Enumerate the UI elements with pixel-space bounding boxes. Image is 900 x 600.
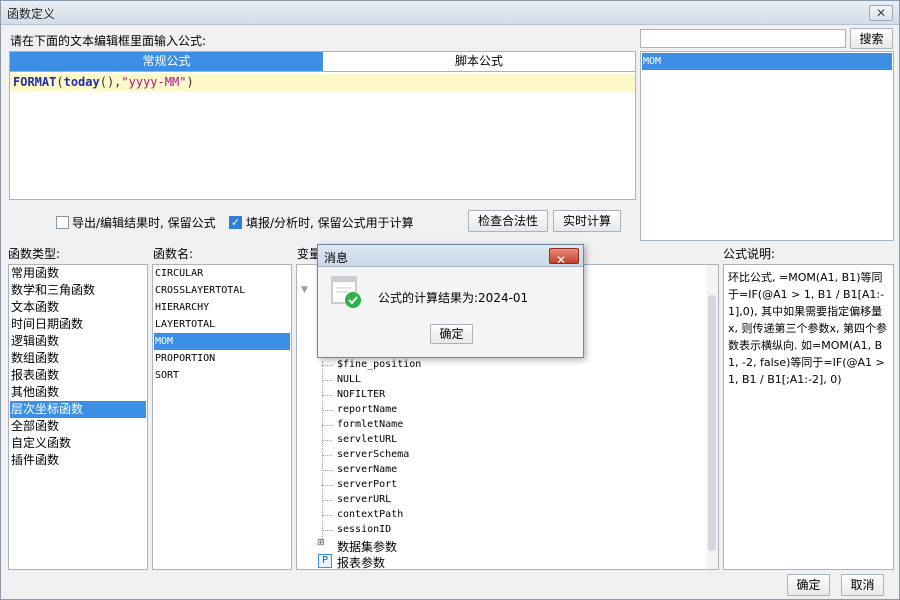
formula-string-arg: "yyyy-MM"	[121, 75, 187, 89]
realtime-calc-button[interactable]: 实时计算	[553, 210, 621, 232]
variable-item[interactable]: sessionID	[337, 522, 391, 537]
variable-item[interactable]: $fine_position	[337, 357, 421, 372]
search-input[interactable]	[640, 29, 846, 48]
function-type-item[interactable]: 全部函数	[10, 418, 146, 435]
variable-item[interactable]: NULL	[337, 372, 361, 387]
function-types-list: 常用函数 数学和三角函数 文本函数 时间日期函数 逻辑函数 数组函数 报表函数 …	[8, 264, 148, 570]
tree-connector	[322, 515, 332, 516]
window-title: 函数定义	[7, 7, 56, 21]
variable-item[interactable]: formletName	[337, 417, 403, 432]
message-dialog: 消息 ✕ 公式的计算结果为:2024-01 确定	[317, 244, 584, 358]
tree-connector	[322, 470, 332, 471]
tree-connector	[322, 361, 323, 541]
tree-expand-icon[interactable]: ▼	[301, 285, 308, 295]
tree-connector	[322, 380, 332, 381]
function-type-item[interactable]: 常用函数	[10, 265, 146, 282]
keep-formula-fill-checkbox[interactable]: ✓	[229, 216, 242, 229]
variable-item[interactable]: serverPort	[337, 477, 397, 492]
function-type-item[interactable]: 报表函数	[10, 367, 146, 384]
report-params-group[interactable]: 报表参数	[337, 554, 385, 571]
search-button[interactable]: 搜索	[850, 28, 893, 49]
function-type-item[interactable]: 逻辑函数	[10, 333, 146, 350]
formula-editor[interactable]: FORMAT(today(),"yyyy-MM")	[9, 72, 636, 200]
editor-instruction: 请在下面的文本编辑框里面输入公式:	[10, 34, 207, 48]
variable-item[interactable]: contextPath	[337, 507, 403, 522]
function-type-item[interactable]: 自定义函数	[10, 435, 146, 452]
formula-paren-close: )	[186, 75, 194, 89]
description-header: 公式说明:	[723, 247, 776, 261]
function-name-item[interactable]: CIRCULAR	[154, 265, 290, 282]
function-type-item[interactable]: 时间日期函数	[10, 316, 146, 333]
variable-item[interactable]: servletURL	[337, 432, 397, 447]
tree-connector	[322, 425, 332, 426]
function-names-list: CIRCULAR CROSSLAYERTOTAL HIERARCHY LAYER…	[152, 264, 292, 570]
function-type-item[interactable]: 插件函数	[10, 452, 146, 469]
tree-connector	[322, 365, 332, 366]
variable-item[interactable]: serverURL	[337, 492, 391, 507]
formula-function: FORMAT	[13, 75, 57, 89]
dialog-title: 消息	[324, 251, 349, 265]
search-result-item[interactable]: MOM	[642, 53, 892, 70]
variable-item[interactable]: NOFILTER	[337, 387, 385, 402]
variable-item[interactable]: serverName	[337, 462, 397, 477]
search-results-list: MOM	[640, 51, 894, 241]
tab-normal-formula[interactable]: 常规公式	[10, 52, 323, 71]
tree-connector	[322, 530, 332, 531]
function-names-header: 函数名:	[153, 247, 194, 261]
function-name-item[interactable]: PROPORTION	[154, 350, 290, 367]
title-bar[interactable]: 函数定义 ✕	[1, 1, 899, 25]
scrollbar-thumb[interactable]	[708, 295, 716, 551]
dialog-message: 公式的计算结果为:2024-01	[378, 291, 529, 305]
function-types-header: 函数类型:	[8, 247, 61, 261]
function-type-item[interactable]: 文本函数	[10, 299, 146, 316]
variable-item[interactable]: reportName	[337, 402, 397, 417]
keep-formula-export-checkbox[interactable]	[56, 216, 69, 229]
ok-button[interactable]: 确定	[787, 574, 830, 596]
tree-connector	[322, 440, 332, 441]
function-type-item[interactable]: 其他函数	[10, 384, 146, 401]
tab-script-formula[interactable]: 脚本公式	[323, 52, 635, 71]
function-name-item[interactable]: CROSSLAYERTOTAL	[154, 282, 290, 299]
check-validity-button[interactable]: 检查合法性	[468, 210, 548, 232]
tree-connector	[322, 500, 332, 501]
tree-connector	[322, 395, 332, 396]
variables-scrollbar[interactable]	[706, 265, 718, 569]
formula-description: 环比公式, =MOM(A1, B1)等同于=IF(@A1 > 1, B1 / B…	[723, 264, 894, 570]
function-type-item[interactable]: 数组函数	[10, 350, 146, 367]
cancel-button[interactable]: 取消	[841, 574, 884, 596]
report-param-icon: P	[318, 554, 332, 568]
dataset-params-group[interactable]: 数据集参数	[337, 538, 397, 555]
variable-item[interactable]: serverSchema	[337, 447, 409, 462]
close-icon: ✕	[875, 6, 887, 20]
function-name-item[interactable]: SORT	[154, 367, 290, 384]
formula-paren-open: (	[56, 75, 64, 89]
function-name-item-selected[interactable]: MOM	[154, 333, 290, 350]
dialog-ok-button[interactable]: 确定	[430, 324, 473, 344]
close-icon: ✕	[556, 253, 567, 267]
dataset-param-icon: ⊞	[317, 538, 325, 548]
tree-connector	[322, 485, 332, 486]
function-name-item[interactable]: HIERARCHY	[154, 299, 290, 316]
function-type-item-selected[interactable]: 层次坐标函数	[10, 401, 146, 418]
function-type-item[interactable]: 数学和三角函数	[10, 282, 146, 299]
dialog-title-bar[interactable]: 消息 ✕	[318, 245, 583, 267]
close-button[interactable]: ✕	[869, 5, 893, 21]
function-definition-window: 函数定义 ✕ 请在下面的文本编辑框里面输入公式: 搜索 MOM 常规公式 脚本公…	[0, 0, 900, 600]
tree-connector	[322, 410, 332, 411]
checkmark-icon: ✓	[230, 216, 241, 229]
formula-line[interactable]: FORMAT(today(),"yyyy-MM")	[10, 74, 635, 91]
keep-formula-fill-label: 填报/分析时, 保留公式用于计算	[246, 216, 414, 230]
tree-connector	[322, 455, 332, 456]
function-name-item[interactable]: LAYERTOTAL	[154, 316, 290, 333]
dialog-close-button[interactable]: ✕	[549, 248, 579, 267]
keep-formula-export-label: 导出/编辑结果时, 保留公式	[72, 216, 216, 230]
formula-inner-args: ()	[99, 75, 115, 89]
formula-inner-function: today	[63, 75, 100, 89]
formula-tabs: 常规公式 脚本公式	[9, 51, 636, 72]
success-check-icon	[331, 276, 361, 308]
